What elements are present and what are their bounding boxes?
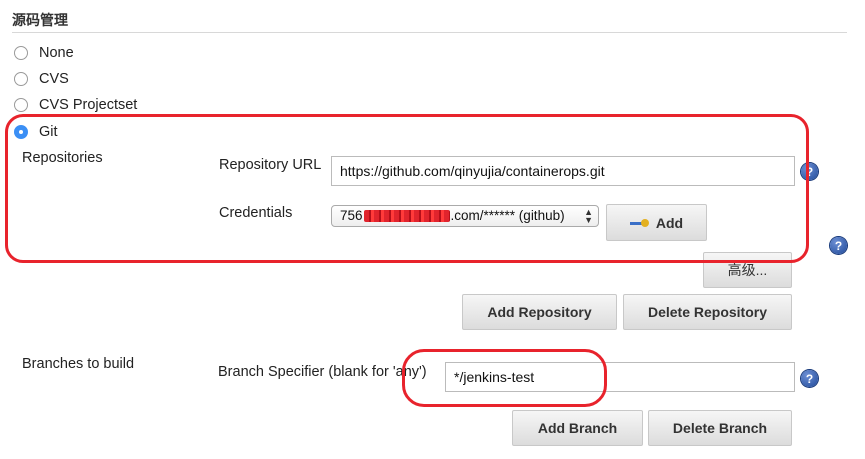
radio-cvs-projectset[interactable] [14,98,28,112]
help-glyph: ? [834,238,843,253]
radio-label-none: None [39,45,74,61]
scm-option-cvs-projectset[interactable]: CVS Projectset [14,95,137,115]
section-divider [12,32,847,33]
help-glyph: ? [805,371,814,386]
help-icon-git[interactable]: ? [830,237,847,254]
add-repository-button[interactable]: Add Repository [462,294,617,330]
annotation-repositories-highlight [5,114,809,263]
section-title: 源码管理 [12,12,68,28]
scm-option-none[interactable]: None [14,43,74,63]
radio-cvs[interactable] [14,72,28,86]
annotation-branch-highlight [402,349,607,407]
radio-label-cvs: CVS [39,71,69,87]
add-branch-button[interactable]: Add Branch [512,410,643,446]
scm-option-cvs[interactable]: CVS [14,69,69,89]
branches-label: Branches to build [22,356,135,372]
delete-repository-button[interactable]: Delete Repository [623,294,792,330]
delete-branch-button[interactable]: Delete Branch [648,410,792,446]
radio-label-cvs-projectset: CVS Projectset [39,97,138,113]
help-icon-branch-specifier[interactable]: ? [801,370,818,387]
radio-none[interactable] [14,46,28,60]
branch-specifier-label: Branch Specifier (blank for 'any') [218,364,427,380]
